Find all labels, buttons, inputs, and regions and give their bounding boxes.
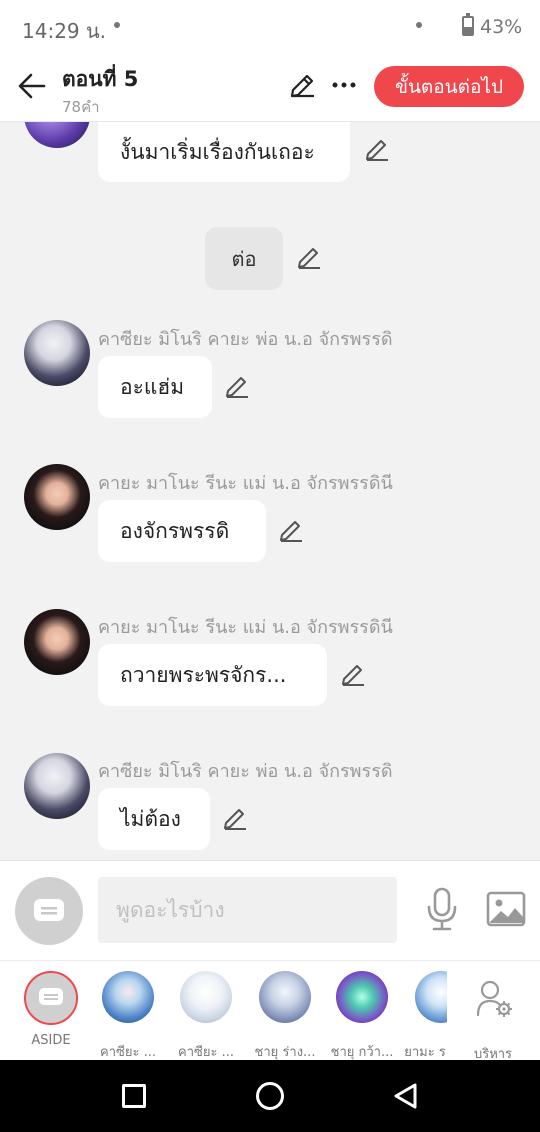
chat-bubble-icon bbox=[34, 899, 64, 921]
speaker-name: คายะ มาโนะ รีนะ แม่ น.อ จักรพรรดินี bbox=[98, 617, 393, 638]
speaker-name: คาซียะ มิโนริ คายะ พ่อ น.อ จักรพรรดิ bbox=[98, 761, 393, 782]
narration-text: ต่อ bbox=[231, 246, 257, 271]
notification-dot-icon bbox=[416, 22, 422, 28]
character-avatar[interactable] bbox=[24, 122, 90, 148]
message-bubble[interactable]: ถวายพระพรจักร... bbox=[98, 644, 327, 706]
character-avatar bbox=[259, 971, 311, 1023]
more-icon[interactable] bbox=[330, 71, 358, 99]
character-avatar[interactable] bbox=[24, 320, 90, 386]
character-avatar[interactable] bbox=[24, 753, 90, 819]
edit-pencil-icon[interactable] bbox=[340, 662, 366, 688]
speaker-name: คายะ มาโนะ รีนะ แม่ น.อ จักรพรรดินี bbox=[98, 473, 393, 494]
message-text: ถวายพระพรจักร... bbox=[120, 662, 287, 687]
message-bubble[interactable]: งั้นมาเริ่มเรื่องกันเถอะ bbox=[98, 122, 350, 182]
notification-dot-icon bbox=[114, 22, 120, 28]
user-settings-icon bbox=[476, 980, 512, 1017]
character-item[interactable]: ชายุ ร่าง... bbox=[248, 971, 322, 1060]
chat-area[interactable]: งั้นมาเริ่มเรื่องกันเถอะ ต่อ คาซียะ มิโน… bbox=[0, 122, 540, 860]
input-bar bbox=[0, 860, 540, 960]
character-bar: ASIDE คาซียะ ... คาซียะ ... ชายุ ร่าง...… bbox=[0, 960, 540, 1062]
character-item[interactable]: คาซียะ ... bbox=[169, 971, 243, 1060]
word-count: 78คำ bbox=[62, 98, 100, 116]
chat-bubble-icon bbox=[39, 988, 63, 1005]
character-avatar[interactable] bbox=[24, 609, 90, 675]
back-arrow-icon[interactable] bbox=[16, 70, 48, 102]
message-bubble[interactable]: อะแฮ่ม bbox=[98, 356, 212, 418]
character-avatar[interactable] bbox=[24, 464, 90, 530]
microphone-icon[interactable] bbox=[424, 887, 460, 931]
recent-apps-icon[interactable] bbox=[122, 1084, 146, 1108]
next-step-button[interactable]: ขั้นตอนต่อไป bbox=[374, 66, 524, 107]
character-item[interactable]: ยามะ ร bbox=[403, 971, 447, 1057]
character-avatar bbox=[415, 971, 447, 1023]
header: ตอนที่ 5 78คำ ขั้นตอนต่อไป bbox=[0, 56, 540, 122]
message-input[interactable] bbox=[98, 877, 397, 943]
character-label: ชายุ กว้า... bbox=[330, 1045, 394, 1060]
message-bubble[interactable]: ไม่ต้อง bbox=[98, 788, 210, 850]
character-item[interactable]: ชายุ กว้า... bbox=[325, 971, 399, 1060]
battery-percent: 43% bbox=[480, 16, 523, 38]
nav-back-icon[interactable] bbox=[392, 1082, 418, 1110]
message-text: งั้นมาเริ่มเรื่องกันเถอะ bbox=[120, 139, 315, 164]
character-label: คาซียะ ... bbox=[100, 1045, 156, 1060]
aside-label: ASIDE bbox=[31, 1033, 71, 1048]
edit-pencil-icon[interactable] bbox=[364, 137, 390, 163]
status-bar: 14:29 น. 43% bbox=[0, 0, 540, 56]
message-text: องจักรพรรดิ bbox=[120, 518, 230, 543]
edit-pencil-icon[interactable] bbox=[224, 374, 250, 400]
character-avatar bbox=[336, 971, 388, 1023]
message-text: อะแฮ่ม bbox=[120, 374, 185, 399]
edit-pencil-icon[interactable] bbox=[296, 245, 322, 271]
character-label: ชายุ ร่าง... bbox=[254, 1045, 316, 1060]
message-text: ไม่ต้อง bbox=[120, 806, 181, 831]
pencil-icon[interactable] bbox=[288, 72, 316, 100]
character-item[interactable]: คาซียะ ... bbox=[91, 971, 165, 1060]
battery-icon bbox=[462, 13, 474, 36]
aside-character-button[interactable] bbox=[24, 971, 78, 1025]
system-nav-bar bbox=[0, 1060, 540, 1132]
edit-pencil-icon[interactable] bbox=[278, 518, 304, 544]
character-label: ยามะ ร bbox=[404, 1045, 446, 1057]
speaker-name: คาซียะ มิโนริ คายะ พ่อ น.อ จักรพรรดิ bbox=[98, 329, 393, 350]
episode-title: ตอนที่ 5 bbox=[62, 67, 139, 91]
manage-characters-button[interactable]: บริหาร bbox=[466, 971, 520, 1062]
image-icon[interactable] bbox=[486, 891, 526, 927]
message-bubble[interactable]: องจักรพรรดิ bbox=[98, 500, 266, 562]
narration-bubble[interactable]: ต่อ bbox=[205, 227, 283, 290]
edit-pencil-icon[interactable] bbox=[222, 806, 248, 832]
character-avatar bbox=[180, 971, 232, 1023]
aside-toggle-button[interactable] bbox=[15, 877, 83, 945]
status-time: 14:29 น. bbox=[22, 19, 107, 43]
home-icon[interactable] bbox=[256, 1082, 284, 1110]
character-label: คาซียะ ... bbox=[178, 1045, 234, 1060]
character-avatar bbox=[102, 971, 154, 1023]
